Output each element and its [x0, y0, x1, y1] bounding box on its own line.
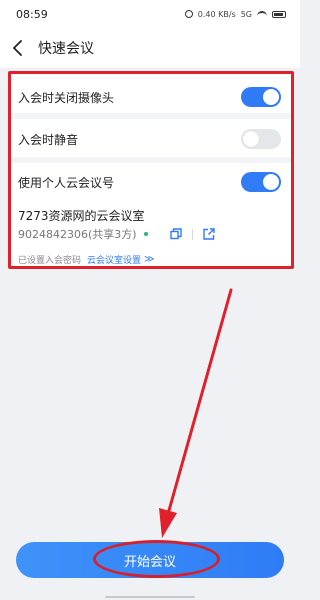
start-meeting-label: 开始会议 [123, 554, 176, 570]
room-id: 9024842306(共享3方) [18, 228, 137, 241]
signal-label: 5G [240, 9, 252, 19]
chevron-double-right-icon: ≫ [144, 253, 155, 265]
personal-id-toggle[interactable] [241, 172, 281, 192]
separator [191, 228, 193, 240]
status-bar: 08:59 0.40 KB/s 5G [0, 0, 300, 28]
copy-icon[interactable] [169, 228, 182, 240]
mute-label: 入会时静音 [18, 132, 79, 147]
back-icon [13, 40, 22, 56]
settings-panel: 入会时关闭摄像头 入会时静音 使用个人云会议号 7273资源网的云会议室 902… [10, 71, 293, 268]
online-status-icon [143, 232, 148, 236]
close-camera-label: 入会时关闭摄像头 [18, 90, 115, 105]
password-info: 已设置入会密码 [18, 255, 82, 266]
page-title: 快速会议 [38, 41, 94, 57]
toggle-knob [263, 174, 279, 190]
wifi-icon [257, 10, 267, 18]
toggle-knob [243, 131, 259, 147]
room-name: 7273资源网的云会议室 [18, 209, 145, 223]
home-indicator[interactable] [105, 596, 195, 598]
toggle-knob [263, 89, 279, 105]
setting-row-personal-id: 使用个人云会议号 [10, 162, 293, 202]
password-info-line: 已设置入会密码 云会议室设置 ≫ [18, 252, 155, 266]
close-camera-toggle[interactable] [241, 87, 281, 107]
personal-id-label: 使用个人云会议号 [18, 175, 115, 190]
share-icon[interactable] [202, 228, 215, 240]
net-speed: 0.40 KB/s [197, 9, 236, 19]
setting-row-close-camera: 入会时关闭摄像头 [10, 77, 293, 117]
setting-row-mute: 入会时静音 [10, 119, 293, 159]
back-button[interactable] [0, 28, 36, 68]
status-time: 08:59 [16, 7, 48, 21]
start-meeting-button[interactable]: 开始会议 [16, 542, 284, 578]
nav-bar: 快速会议 [0, 28, 300, 68]
battery-icon [272, 10, 286, 18]
room-id-line: 9024842306(共享3方) [18, 226, 288, 242]
alarm-icon [184, 10, 193, 18]
room-settings-link[interactable]: 云会议室设置 [87, 253, 141, 266]
status-icons: 0.40 KB/s 5G [184, 9, 286, 19]
mute-toggle[interactable] [241, 129, 281, 149]
